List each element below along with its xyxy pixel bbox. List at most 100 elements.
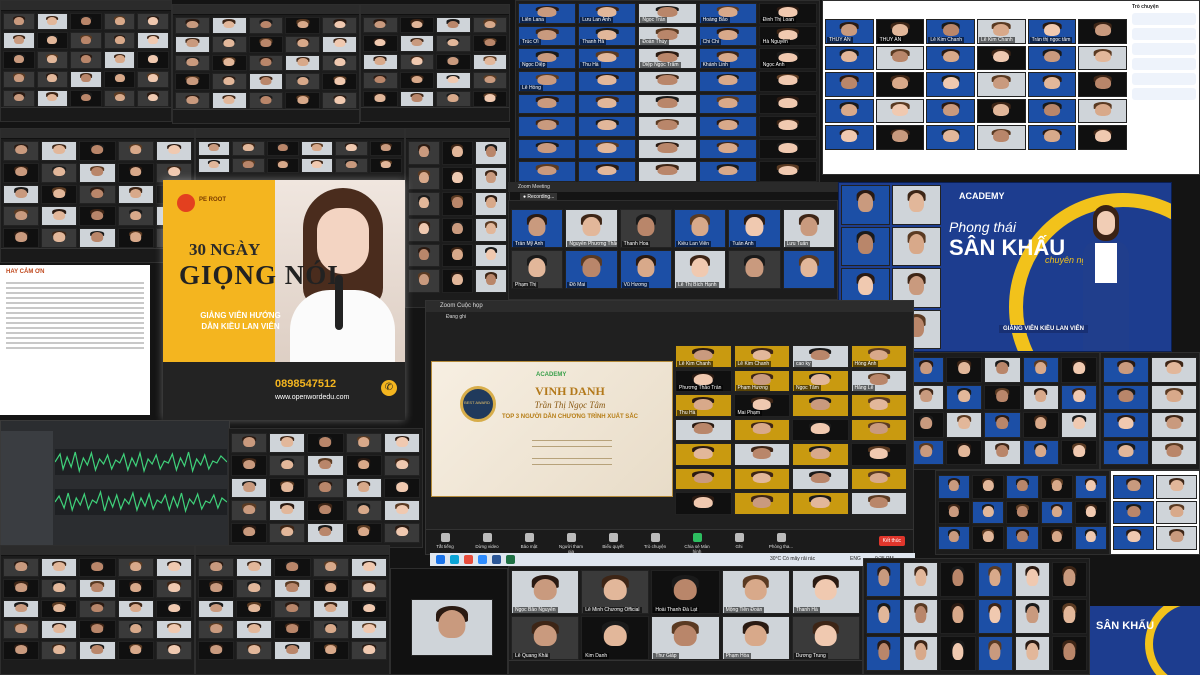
participant-tile[interactable] xyxy=(475,192,507,216)
participant-tile[interactable] xyxy=(117,558,154,577)
window-titlebar[interactable] xyxy=(1,129,194,139)
participant-tile[interactable] xyxy=(79,620,116,640)
participant-tile[interactable]: Lê Kim Chanh xyxy=(733,345,790,368)
participant-tile[interactable] xyxy=(211,73,247,91)
participant-tile[interactable] xyxy=(322,35,357,53)
participant-tile[interactable] xyxy=(117,620,154,640)
participant-tile[interactable]: Phạm Hòa xyxy=(721,616,790,660)
participant-tile[interactable] xyxy=(198,641,235,660)
meeting-toolbar[interactable] xyxy=(361,107,509,121)
participant-tile[interactable] xyxy=(1156,500,1197,525)
window-titlebar[interactable] xyxy=(1,1,171,11)
participant-tile[interactable] xyxy=(236,641,273,660)
participant-tile[interactable] xyxy=(269,455,306,476)
participant-tile[interactable] xyxy=(938,526,971,550)
zoom-icon[interactable] xyxy=(478,555,487,564)
participant-tile[interactable] xyxy=(1156,475,1197,499)
participant-tile[interactable] xyxy=(211,17,247,34)
participant-tile[interactable] xyxy=(972,526,1005,550)
participant-tile[interactable] xyxy=(399,35,434,52)
participant-tile[interactable] xyxy=(825,125,874,150)
participant-tile[interactable] xyxy=(79,641,116,660)
participant-tile[interactable] xyxy=(475,217,507,242)
participant-tile[interactable] xyxy=(274,620,311,640)
participant-tile[interactable] xyxy=(1022,384,1059,410)
participant-tile[interactable] xyxy=(1074,526,1107,550)
participant-tile[interactable] xyxy=(1113,500,1154,525)
participant-tile[interactable] xyxy=(322,73,357,91)
participant-tile[interactable] xyxy=(475,166,507,191)
participant-tile[interactable] xyxy=(578,93,637,115)
participant-tile[interactable] xyxy=(103,70,136,88)
participant-tile[interactable] xyxy=(1027,125,1077,150)
participant-tile[interactable]: Thu Hà xyxy=(675,394,732,417)
control-8[interactable]: Phòng tha... xyxy=(768,533,794,549)
participant-tile[interactable] xyxy=(1151,357,1197,383)
participant-tile[interactable]: Thư Giáp xyxy=(651,616,720,660)
participant-tile[interactable] xyxy=(1151,439,1197,465)
participant-tile[interactable] xyxy=(236,599,273,619)
participant-tile[interactable] xyxy=(1074,500,1107,525)
participant-tile[interactable]: Ngọc Anh xyxy=(758,48,817,69)
participant-tile[interactable] xyxy=(1051,636,1087,671)
participant-tile[interactable] xyxy=(1014,599,1050,634)
participant-tile[interactable] xyxy=(345,500,382,521)
participant-tile[interactable] xyxy=(3,70,35,88)
participant-tile[interactable] xyxy=(940,636,976,671)
participant-tile[interactable] xyxy=(285,17,321,34)
participant-tile[interactable] xyxy=(733,492,790,515)
participant-tile[interactable] xyxy=(977,636,1013,671)
zoom-gallery-window-6[interactable] xyxy=(405,128,510,308)
participant-tile[interactable] xyxy=(408,192,440,216)
control-6[interactable]: Chia sẻ Màn hình xyxy=(684,533,710,554)
participant-tile[interactable] xyxy=(175,35,210,53)
participant-tile[interactable] xyxy=(269,477,306,499)
participant-tile[interactable] xyxy=(307,455,344,476)
meeting-toolbar[interactable] xyxy=(509,660,862,674)
participant-tile[interactable] xyxy=(984,439,1021,465)
participant-tile[interactable] xyxy=(211,35,247,53)
participant-tile[interactable] xyxy=(79,228,116,248)
participant-tile[interactable] xyxy=(198,599,235,619)
participant-tile[interactable] xyxy=(518,93,577,115)
participant-tile[interactable] xyxy=(850,467,907,491)
participant-tile[interactable] xyxy=(79,141,116,161)
participant-tile[interactable] xyxy=(638,161,697,182)
window-titlebar[interactable] xyxy=(196,546,389,556)
participant-tile[interactable] xyxy=(155,558,192,577)
participant-tile[interactable] xyxy=(137,13,169,31)
participant-tile[interactable] xyxy=(70,13,102,31)
participant-tile[interactable] xyxy=(472,17,507,34)
participant-tile[interactable]: Lê Thị Bích Hạnh xyxy=(673,250,727,289)
participant-tile[interactable] xyxy=(3,89,35,107)
participant-tile[interactable] xyxy=(307,433,344,454)
participant-tile[interactable] xyxy=(232,141,265,156)
participant-tile[interactable] xyxy=(1060,357,1097,383)
participant-tile[interactable] xyxy=(307,477,344,499)
participant-tile[interactable] xyxy=(248,92,284,109)
participant-tile[interactable] xyxy=(698,161,757,182)
participant-tile[interactable] xyxy=(350,641,387,660)
participant-tile[interactable] xyxy=(1022,357,1059,383)
participant-tile[interactable] xyxy=(36,51,69,69)
participant-tile[interactable] xyxy=(972,500,1005,525)
participant-tile[interactable]: Liên Lana xyxy=(518,3,577,24)
participant-tile[interactable] xyxy=(475,141,507,165)
participant-tile[interactable] xyxy=(363,90,398,107)
participant-tile[interactable] xyxy=(383,433,420,454)
participant-tile[interactable]: Lê Kim Chanh xyxy=(675,345,732,368)
participant-tile[interactable] xyxy=(269,500,306,521)
participant-tile[interactable] xyxy=(383,500,420,521)
participant-tile[interactable] xyxy=(926,45,975,71)
participant-tile[interactable] xyxy=(285,35,321,53)
participant-tile[interactable] xyxy=(977,98,1026,124)
participant-tile[interactable]: Hoàng Bảo xyxy=(698,3,757,24)
zoom-gallery-window-8[interactable] xyxy=(0,545,195,675)
participant-tile[interactable] xyxy=(274,558,311,577)
participant-tile[interactable]: Lưu Tuấn xyxy=(782,209,835,248)
participant-tile[interactable] xyxy=(211,54,247,72)
participant-tile[interactable] xyxy=(1074,475,1107,499)
weather-text[interactable]: 30°C Có mây rải rác xyxy=(770,556,815,562)
chat-panel[interactable]: Trò chuyện xyxy=(1129,1,1199,174)
participant-tile[interactable] xyxy=(369,158,402,173)
